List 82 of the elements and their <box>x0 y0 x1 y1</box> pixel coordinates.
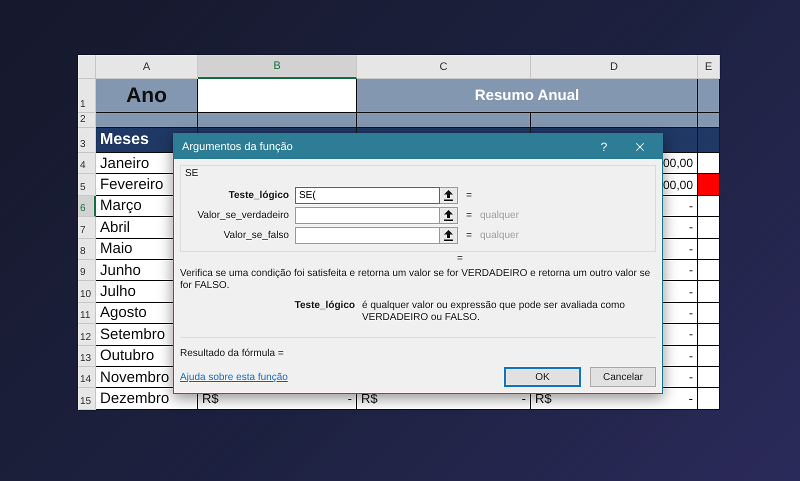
spreadsheet-cell[interactable] <box>698 153 720 174</box>
row-header[interactable]: 14 <box>78 366 96 388</box>
spreadsheet-cell[interactable] <box>698 281 720 303</box>
argument-field[interactable] <box>295 206 440 224</box>
spreadsheet-cell[interactable] <box>698 324 720 346</box>
reference-button[interactable] <box>440 226 458 244</box>
currency-symbol: R$ <box>202 390 219 406</box>
help-button[interactable]: ? <box>590 136 618 158</box>
cell-value: - <box>689 370 693 384</box>
row-header[interactable]: 2 <box>78 113 96 128</box>
currency-symbol: R$ <box>535 390 552 406</box>
spreadsheet-cell[interactable] <box>698 217 720 239</box>
highlighted-cell[interactable] <box>698 174 720 196</box>
cell-value: - <box>348 390 352 406</box>
spreadsheet-cell[interactable] <box>698 388 720 410</box>
cancel-button[interactable]: Cancelar <box>590 367 656 387</box>
argument-label: Valor_se_falso <box>222 230 290 240</box>
argument-result: qualquer <box>480 230 520 240</box>
spreadsheet-cell[interactable] <box>698 260 720 282</box>
row-header[interactable]: 1 <box>78 79 96 113</box>
summary-title: Resumo Anual <box>357 79 698 113</box>
row-header[interactable]: 5 <box>78 174 96 196</box>
reference-button[interactable] <box>440 206 458 224</box>
spreadsheet-cell[interactable] <box>698 302 720 324</box>
cell-value: 00,00 <box>662 156 693 170</box>
row-header[interactable]: 3 <box>78 128 96 153</box>
column-header[interactable]: B <box>198 55 357 79</box>
cell-value: - <box>689 306 693 320</box>
argument-name: Teste_lógico <box>294 300 355 313</box>
row-header[interactable]: 8 <box>78 238 96 260</box>
spreadsheet-cell[interactable] <box>698 366 720 388</box>
cell-value: - <box>689 348 693 363</box>
collapse-dialog-icon <box>444 190 453 200</box>
currency-symbol: R$ <box>361 390 378 406</box>
cell-value: - <box>689 284 693 299</box>
row-header[interactable]: 10 <box>78 281 96 303</box>
cell-value: - <box>689 220 693 234</box>
year-label: Ano <box>96 79 198 113</box>
spreadsheet-cell[interactable] <box>531 113 698 128</box>
argument-label: Valor_se_verdadeiro <box>196 210 290 220</box>
cell-value: 00,00 <box>662 178 693 192</box>
spreadsheet-cell[interactable] <box>357 113 531 128</box>
spreadsheet-cell[interactable] <box>698 79 720 113</box>
row-header[interactable]: 9 <box>78 260 96 282</box>
collapse-dialog-icon <box>444 210 453 220</box>
row-header[interactable]: 11 <box>78 302 96 324</box>
column-header[interactable]: A <box>96 55 198 79</box>
column-header[interactable]: C <box>357 55 531 79</box>
equals-sign: = <box>465 190 473 200</box>
spreadsheet-cell[interactable] <box>698 238 720 260</box>
ok-button[interactable]: OK <box>504 367 581 387</box>
row-header[interactable]: 4 <box>78 153 96 174</box>
column-header[interactable]: E <box>698 55 720 79</box>
spreadsheet-cell[interactable] <box>698 346 720 367</box>
equals-sign: = <box>465 210 473 220</box>
cell-value: - <box>689 242 693 256</box>
row-header[interactable]: 7 <box>78 217 96 239</box>
cell-value: - <box>522 390 526 406</box>
cell-value: - <box>689 327 693 342</box>
spreadsheet-cell[interactable] <box>198 113 357 128</box>
argument-field[interactable]: SE( <box>295 186 440 204</box>
equals-sign: = <box>457 252 463 264</box>
spreadsheet-cell[interactable] <box>698 128 720 153</box>
cell-value: - <box>689 263 693 278</box>
row-header[interactable]: 13 <box>78 346 96 367</box>
spreadsheet-cell[interactable] <box>698 196 720 218</box>
spreadsheet-cell[interactable] <box>698 113 720 128</box>
row-header[interactable]: 6 <box>78 196 96 218</box>
argument-field[interactable] <box>295 226 440 244</box>
row-header[interactable]: 15 <box>78 388 96 410</box>
argument-description: é qualquer valor ou expressão que pode ser avaliada como VERDADEIRO ou FALSO. <box>362 300 626 324</box>
spreadsheet-cell[interactable] <box>96 113 198 128</box>
spreadsheet-cell[interactable] <box>198 79 357 113</box>
argument-label: Teste_lógico <box>228 190 290 200</box>
column-header[interactable]: D <box>531 55 698 79</box>
reference-button[interactable] <box>440 186 458 204</box>
equals-sign: = <box>465 230 473 240</box>
argument-result: qualquer <box>480 210 520 220</box>
cell-value: - <box>689 198 693 213</box>
cell-value: - <box>688 390 693 406</box>
row-header[interactable]: 12 <box>78 324 96 346</box>
collapse-dialog-icon <box>444 230 453 240</box>
